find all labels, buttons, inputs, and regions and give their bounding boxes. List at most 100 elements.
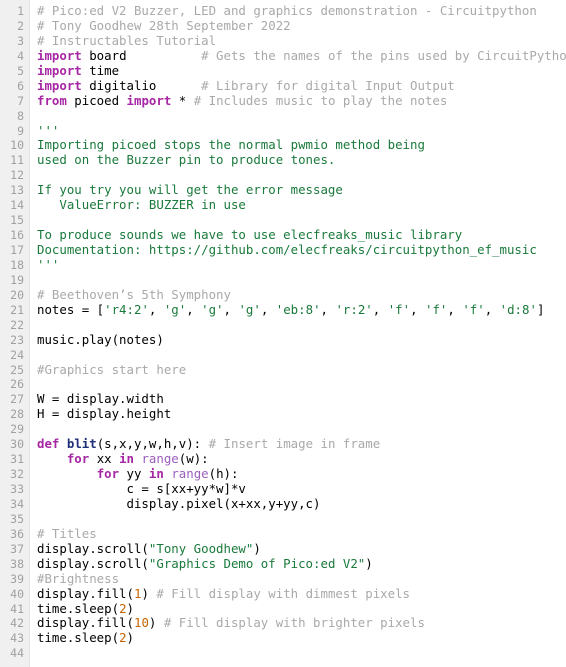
code-token-comment: # Gets the names of the pins used by Cir… (201, 47, 566, 63)
code-line[interactable]: time.sleep(2) (37, 600, 566, 617)
code-token-string: 'f' (387, 301, 411, 317)
code-token-plain: music.play(notes) (37, 331, 164, 347)
line-number: 35 (10, 511, 24, 526)
code-line[interactable] (37, 422, 566, 437)
line-number: 13 (10, 183, 24, 198)
line-number: 44 (10, 646, 24, 661)
code-line[interactable]: If you try you will get the error messag… (37, 182, 566, 198)
line-number: 14 (10, 198, 24, 213)
line-number: 42 (10, 616, 24, 631)
code-line[interactable] (37, 377, 566, 392)
line-number: 7 (17, 93, 24, 108)
code-line[interactable]: # Instructables Tutorial (37, 33, 566, 49)
code-line[interactable]: def blit(s,x,y,w,h,v): # Insert image in… (37, 436, 566, 452)
code-line[interactable]: notes = ['r4:2', 'g', 'g', 'g', 'eb:8', … (37, 301, 566, 318)
code-line[interactable]: #Graphics start here (37, 361, 566, 378)
code-token-comment: #Graphics start here (37, 361, 187, 377)
code-line[interactable]: # Beethoven’s 5th Symphony (37, 287, 566, 303)
code-token-plain: , (148, 301, 164, 317)
code-token-string: If you try you will get the error messag… (37, 182, 343, 198)
code-line[interactable]: display.scroll("Tony Goodhew") (37, 540, 566, 557)
code-line[interactable]: ValueError: BUZZER in use (37, 197, 566, 213)
code-token-plain: ) (126, 600, 134, 616)
code-line[interactable] (37, 273, 566, 288)
code-token-plain: ) (253, 540, 261, 556)
code-line[interactable]: Importing picoed stops the normal pwmio … (37, 137, 566, 153)
code-token-number: 2 (119, 630, 127, 646)
code-line[interactable]: from picoed import * # Includes music to… (37, 92, 566, 109)
line-number: 3 (17, 33, 24, 48)
code-line[interactable]: H = display.height (37, 406, 566, 422)
code-line[interactable]: ''' (37, 123, 566, 139)
code-token-string: used on the Buzzer pin to produce tones. (37, 152, 336, 168)
code-token-plain: ) (148, 615, 164, 631)
code-line[interactable]: #Brightness (37, 571, 566, 587)
line-number: 1 (17, 4, 24, 18)
code-line[interactable]: # Pico:ed V2 Buzzer, LED and graphics de… (37, 3, 566, 19)
code-token-number: 10 (133, 615, 149, 631)
line-number: 43 (10, 631, 24, 646)
line-number: 11 (10, 153, 24, 168)
code-line[interactable]: Documentation: https://github.com/elecfr… (37, 242, 566, 258)
line-number: 23 (10, 332, 24, 347)
line-number: 24 (10, 347, 24, 362)
code-line[interactable]: used on the Buzzer pin to produce tones. (37, 152, 566, 168)
code-line[interactable] (37, 646, 566, 661)
code-line[interactable]: # Titles (37, 526, 566, 542)
code-token-plain: display.pixel(x+xx,y+yy,c) (37, 495, 321, 511)
code-token-plain: , (260, 301, 276, 317)
code-line[interactable]: display.fill(1) # Fill display with dimm… (37, 585, 566, 602)
code-line[interactable]: ''' (37, 256, 566, 273)
code-line[interactable]: display.fill(10) # Fill display with bri… (37, 615, 566, 631)
line-number: 12 (10, 168, 24, 183)
code-line[interactable] (37, 512, 566, 527)
line-number: 6 (17, 78, 24, 93)
code-token-string: ''' (37, 256, 60, 272)
code-line[interactable]: for xx in range(w): (37, 451, 566, 467)
code-line[interactable]: W = display.width (37, 391, 566, 407)
code-editor[interactable]: 1 2 3 4 5 6 7 8 9 10 11 12 13 14 15 16 17 18 19 20 21 22 23 24 2… (0, 0, 566, 667)
code-text-area[interactable]: # Pico:ed V2 Buzzer, LED and graphics de… (30, 0, 566, 667)
code-token-plain: , (484, 301, 500, 317)
code-token-comment: # Library for digital Input Output (201, 77, 455, 93)
code-line[interactable] (37, 348, 566, 363)
line-number: 17 (10, 243, 24, 257)
code-line[interactable]: import board # Gets the names of the pin… (37, 47, 566, 64)
code-token-comment: # Includes music to play the notes (193, 92, 448, 108)
code-token-plain: display.fill( (37, 585, 134, 601)
code-token-plain: notes = [ (37, 301, 105, 317)
code-line[interactable]: # Tony Goodhew 28th September 2022 (37, 18, 566, 34)
line-number: 40 (10, 586, 24, 601)
code-line[interactable]: import time (37, 63, 566, 79)
code-line[interactable]: import digitalio # Library for digital I… (37, 77, 566, 94)
code-line[interactable]: To produce sounds we have to use elecfre… (37, 227, 566, 243)
code-token-comment: # Insert image in frame (208, 436, 381, 452)
code-token-plain: xx (89, 451, 120, 467)
line-number: 36 (10, 526, 24, 541)
code-line[interactable] (37, 168, 566, 183)
code-token-string: 'g' (238, 301, 261, 317)
code-line[interactable] (37, 213, 566, 228)
code-line[interactable]: time.sleep(2) (37, 630, 566, 646)
line-number: 9 (17, 123, 24, 138)
code-line[interactable]: display.scroll("Graphics Demo of Pico:ed… (37, 556, 566, 572)
code-line[interactable]: for yy in range(h): (37, 466, 566, 482)
code-token-plain: , (410, 301, 425, 317)
code-token-string: 'g' (201, 301, 224, 317)
code-line[interactable] (37, 109, 566, 124)
code-token-string: 'r:2' (335, 301, 373, 317)
code-token-plain: (s,x,y,w,h,v): (96, 436, 209, 452)
code-line[interactable] (37, 318, 566, 333)
line-number: 20 (10, 287, 24, 302)
code-token-string: ValueError: BUZZER in use (37, 197, 246, 213)
line-number: 33 (10, 482, 24, 496)
line-number: 41 (10, 601, 24, 616)
code-line[interactable]: music.play(notes) (37, 331, 566, 348)
code-token-plain: c = s[xx+yy*w]*v (37, 481, 246, 496)
code-token-string: "Tony Goodhew" (148, 540, 254, 556)
code-line[interactable]: c = s[xx+yy*w]*v (37, 481, 566, 497)
line-number: 4 (17, 48, 24, 63)
code-line[interactable]: display.pixel(x+xx,y+yy,c) (37, 495, 566, 512)
